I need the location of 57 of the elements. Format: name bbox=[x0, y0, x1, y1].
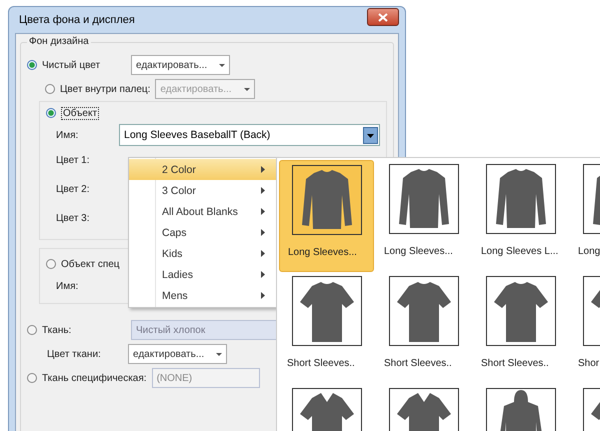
name-label: Имя: bbox=[55, 280, 80, 292]
menu-item[interactable]: 3 Color bbox=[129, 180, 277, 201]
radio-label: Объект спец bbox=[61, 258, 120, 270]
shirt-thumbnail bbox=[388, 276, 458, 346]
gallery-item[interactable]: Long Sleeves... bbox=[279, 160, 374, 272]
gallery-item[interactable]: Short Sleeves.. bbox=[376, 272, 471, 384]
submenu-arrow-icon bbox=[261, 187, 265, 194]
close-button[interactable] bbox=[367, 8, 399, 26]
radio-button[interactable] bbox=[46, 259, 56, 269]
edit-dropdown[interactable]: едактировать... bbox=[131, 55, 230, 75]
fabric-color-label: Цвет ткани: bbox=[46, 348, 102, 360]
caret-icon bbox=[244, 88, 250, 90]
shirt-thumbnail bbox=[486, 164, 556, 234]
menu-item[interactable]: Ladies bbox=[129, 264, 277, 285]
gallery-item[interactable]: Long bbox=[570, 160, 600, 272]
gallery-item[interactable]: Short Sleeves.. bbox=[279, 272, 374, 384]
submenu-arrow-icon bbox=[261, 250, 265, 257]
radio-label: Ткань специфическая: bbox=[42, 372, 147, 384]
shirt-thumbnail bbox=[486, 276, 556, 346]
name-combo[interactable]: Long Sleeves BaseballT (Back) bbox=[119, 124, 380, 146]
window-title: Цвета фона и дисплея bbox=[18, 14, 135, 26]
edit-dropdown[interactable]: едактировать... bbox=[128, 344, 228, 364]
name-label: Имя: bbox=[55, 130, 80, 140]
dropdown-icon[interactable] bbox=[363, 126, 378, 144]
color-label: Цвет 1: bbox=[55, 155, 91, 166]
shirt-thumbnail bbox=[388, 164, 458, 234]
radio-button[interactable] bbox=[27, 60, 37, 70]
color-label: Цвет 3: bbox=[55, 213, 91, 224]
radio-button[interactable] bbox=[46, 108, 56, 118]
gallery-item[interactable]: Short Sleeves.. bbox=[473, 272, 568, 384]
gallery-item[interactable]: Long Sleeves L... bbox=[473, 160, 568, 272]
radio-button[interactable] bbox=[27, 325, 37, 335]
radio-label: Цвет внутри палец: bbox=[60, 84, 150, 94]
close-icon bbox=[378, 12, 388, 22]
submenu-arrow-icon bbox=[261, 166, 265, 173]
radio-label: Ткань: bbox=[42, 324, 72, 336]
menu-item[interactable]: Mens bbox=[129, 285, 277, 306]
gallery-item[interactable]: Shor bbox=[570, 272, 600, 384]
submenu-arrow-icon bbox=[261, 271, 265, 278]
caret-icon bbox=[216, 352, 222, 356]
shirt-thumbnail bbox=[292, 165, 362, 235]
menu-item[interactable]: 2 Color bbox=[129, 159, 277, 180]
color-label: Цвет 2: bbox=[55, 184, 91, 195]
menu-item[interactable]: Caps bbox=[129, 222, 277, 243]
submenu-arrow-icon bbox=[261, 292, 265, 299]
radio-label: Чистый цвет bbox=[42, 60, 102, 70]
caret-icon bbox=[219, 64, 226, 66]
gallery-item[interactable]: Long Sleeves... bbox=[376, 160, 471, 272]
radio-button[interactable] bbox=[45, 84, 55, 94]
radio-button[interactable] bbox=[27, 373, 37, 383]
menu-item[interactable]: Kids bbox=[129, 243, 277, 264]
group-title: Фон дизайна bbox=[27, 36, 91, 47]
radio-label: Объект bbox=[61, 106, 100, 120]
submenu-arrow-icon bbox=[261, 208, 265, 215]
menu-item[interactable]: All About Blanks bbox=[129, 201, 277, 222]
shirt-thumbnail bbox=[292, 276, 362, 346]
submenu-arrow-icon bbox=[261, 229, 265, 236]
